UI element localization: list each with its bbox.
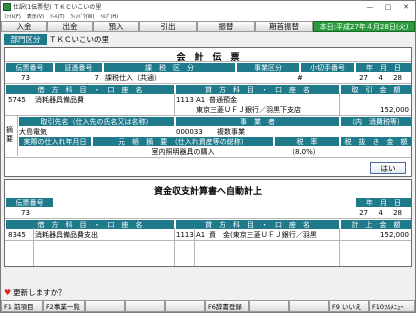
jigyousha-code[interactable]: 000033 — [176, 127, 216, 136]
shukkin-button[interactable]: 出金 — [47, 21, 93, 32]
prompt-text: 更新しますか？ — [13, 287, 66, 297]
f10-button[interactable]: F10ﾌﾙﾒﾆｭｰ — [369, 300, 415, 312]
hai-button[interactable]: はい — [370, 162, 406, 174]
debit-code[interactable]: 5745 — [8, 95, 32, 104]
main-window: 仕訳(1伝票型) ＴＫＣいこいの里 — □ ✕ ﾌｧｲﾙ(F) 表示(V) ﾂｰ… — [0, 0, 416, 313]
summary-credit-header: 貸 方 科 目 ・ 口 座 名 — [176, 220, 339, 229]
denpyo-no-header: 伝票番号 — [6, 63, 53, 72]
nyuukin-button[interactable]: 入金 — [1, 21, 47, 32]
menu-tools[interactable]: ﾂｰﾙ(T) — [50, 13, 64, 20]
torihiki-value[interactable]: 大島電気 — [19, 127, 169, 136]
f8-button[interactable] — [289, 300, 329, 312]
bumon-label: 部門区分 — [4, 34, 47, 45]
amount-header: 取 引 金 額 — [341, 85, 411, 94]
credit-subcode[interactable]: A1 — [196, 95, 208, 104]
jigyou-value[interactable]: # — [297, 73, 307, 82]
menu-help[interactable]: ﾍﾙﾌﾟ(H) — [100, 13, 118, 20]
summary-month: 4 — [378, 208, 383, 217]
f9-button[interactable]: F9 いいえ — [329, 300, 369, 312]
nengappi-header: 年 月 日 — [356, 63, 411, 72]
jigyousha-header: 事 業 者 — [176, 117, 339, 126]
kogitte-header: 小切手番号 — [301, 63, 354, 72]
f6-button[interactable]: F6辞書登録 — [205, 300, 249, 312]
zeiritsu-header: 税 率 — [275, 137, 339, 146]
summary-nengappi-header: 年 月 日 — [356, 198, 411, 207]
f1-button[interactable]: F1 前項目 — [1, 300, 43, 312]
prompt-line: ♥ 更新しますか？ — [4, 287, 66, 297]
f7-button[interactable] — [249, 300, 289, 312]
hikidashi-button[interactable]: 引出 — [139, 21, 197, 32]
summary-debit-name: 消耗器具備品費支出 — [35, 230, 98, 239]
amount-value[interactable]: 152,000 — [341, 105, 409, 114]
denpyo-no-value[interactable]: 73 — [21, 73, 51, 82]
minimize-button[interactable]: — — [361, 1, 379, 12]
torihiki-header: 取引先名（仕入先の氏名又は名称） — [19, 117, 174, 126]
summary-year: 27 — [359, 208, 368, 217]
gentan-value[interactable]: 室内照明器具の購入 — [93, 147, 273, 156]
summary-debit-header: 借 方 科 目 ・ 口 座 名 — [6, 220, 174, 229]
voucher-panel: 会 計 伝 票 伝票番号 証憑番号 課 税 区 分 事業区分 小切手番号 年 月… — [4, 47, 412, 177]
shoushou-no-value[interactable]: 7 — [55, 73, 99, 82]
jigyou-header: 事業区分 — [237, 63, 299, 72]
kazei-value[interactable]: 課税仕入（共通） — [105, 73, 233, 82]
today-date: 本日:平成27年４月28日(火) — [313, 21, 415, 32]
f2-button[interactable]: F2事業一覧 — [43, 300, 85, 312]
summary-credit-subcode: A1 — [196, 230, 206, 239]
function-key-bar: F1 前項目 F2事業一覧 F6辞書登録 F9 いいえ F10ﾌﾙﾒﾆｭｰ — [1, 300, 415, 312]
day-value[interactable]: 28 — [388, 73, 402, 82]
summary-amount-value: 152,000 — [380, 230, 409, 239]
jigyousha-name[interactable]: 複数事業 — [217, 127, 337, 136]
year-value[interactable]: 27 — [356, 73, 368, 82]
summary-credit-name: 資 金(東京三菱ＵＦＪ銀行／羽黒 — [209, 230, 317, 239]
summary-panel: 資金収支計算書へ自動計上 伝票番号 年 月 日 73 27 4 28 借 方 科… — [4, 179, 412, 267]
menu-window[interactable]: ｳｨﾝﾄﾞｳ(W) — [71, 13, 95, 20]
summary-debit-code: 8345 — [8, 230, 26, 239]
bumon-value[interactable]: ＴＫＣいこいの里 — [49, 34, 109, 45]
summary-credit-code: 1113 — [176, 230, 194, 239]
kishu-furikae-button[interactable]: 期首振替 — [255, 21, 313, 32]
tekiyou-side-label: 摘要 — [6, 126, 13, 143]
close-button[interactable]: ✕ — [397, 1, 415, 12]
credit-code[interactable]: 1113 — [176, 95, 196, 104]
menu-bar: ﾌｧｲﾙ(F) 表示(V) ﾂｰﾙ(T) ｳｨﾝﾄﾞｳ(W) ﾍﾙﾌﾟ(H) — [1, 12, 415, 21]
furikae-button[interactable]: 振替 — [197, 21, 255, 32]
f5-button[interactable] — [165, 300, 205, 312]
heart-icon: ♥ — [4, 287, 12, 297]
summary-amount-header: 計 上 金 額 — [341, 220, 411, 229]
zeiritsu-value[interactable]: （8.0%） — [288, 147, 338, 156]
credit-name[interactable]: 普通預金 — [209, 95, 339, 104]
kazei-header: 課 税 区 分 — [104, 63, 235, 72]
shouhizei-header: （内 消費税等） — [341, 117, 411, 126]
credit-bank[interactable]: 東京三菱ＵＦＪ銀行／羽黒下支店 — [196, 105, 339, 114]
summary-denpyo-header: 伝票番号 — [6, 198, 53, 207]
gentan-header: 元 帳 摘 要 （仕入れ資産等の総称） — [93, 137, 273, 146]
menu-file[interactable]: ﾌｧｲﾙ(F) — [4, 13, 21, 20]
title-bar: 仕訳(1伝票型) ＴＫＣいこいの里 — □ ✕ — [1, 1, 415, 12]
window-title: 仕訳(1伝票型) ＴＫＣいこいの里 — [13, 4, 102, 11]
debit-name[interactable]: 消耗器具備品費 — [35, 95, 173, 104]
maximize-button[interactable]: □ — [379, 1, 397, 12]
month-value[interactable]: 4 — [371, 73, 383, 82]
debit-header: 借 方 科 目 ・ 口 座 名 — [6, 85, 174, 94]
summary-day: 28 — [393, 208, 402, 217]
app-icon — [3, 2, 11, 11]
summary-denpyo-value: 73 — [21, 208, 30, 217]
menu-view[interactable]: 表示(V) — [27, 13, 44, 20]
credit-header: 貸 方 科 目 ・ 口 座 名 — [176, 85, 339, 94]
yonyuu-button[interactable]: 預入 — [93, 21, 139, 32]
summary-title: 資金収支計算書へ自動計上 — [153, 187, 262, 197]
toolbar: 入金 出金 預入 引出 振替 期首振替 本日:平成27年４月28日(火) — [1, 21, 415, 32]
shoushou-no-header: 証憑番号 — [55, 63, 102, 72]
jissai-header: 実際の仕入れ年月日 — [19, 137, 91, 146]
zeinuki-header: 税 抜 き 金 額 — [341, 137, 411, 146]
f4-button[interactable] — [125, 300, 165, 312]
f3-button[interactable] — [85, 300, 125, 312]
